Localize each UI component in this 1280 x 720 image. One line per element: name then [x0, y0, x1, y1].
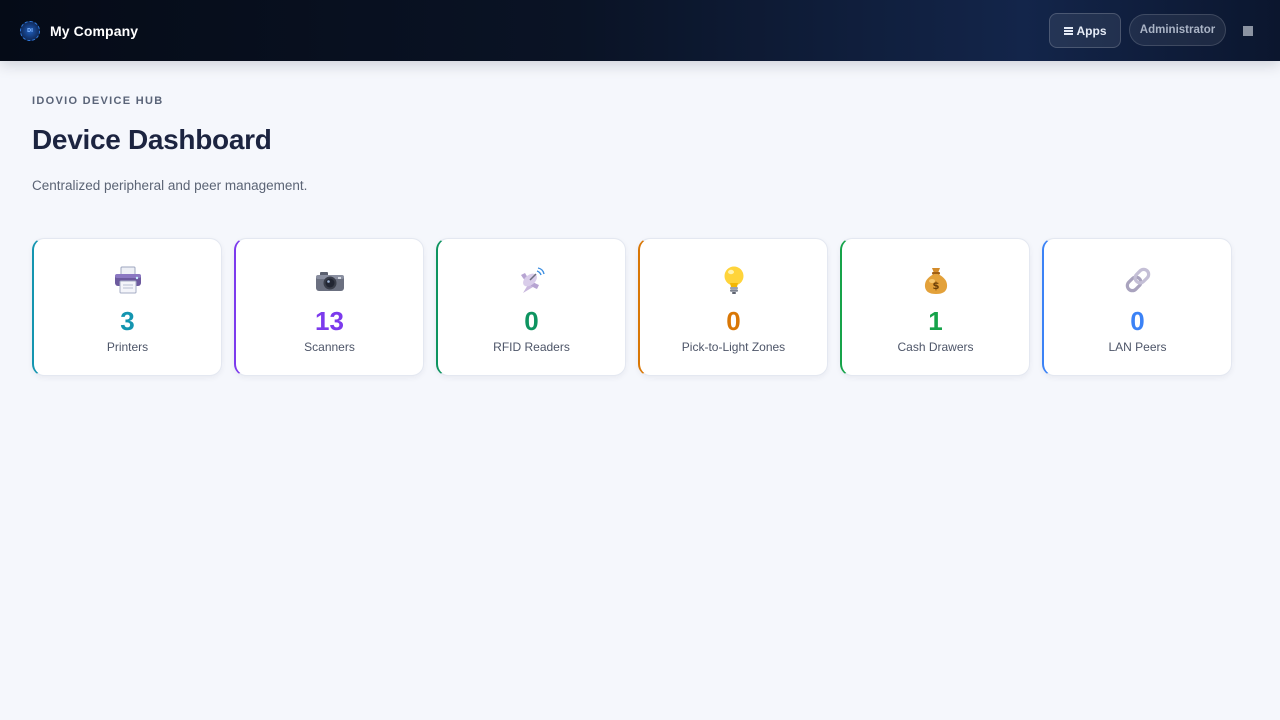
apps-button[interactable]: Apps	[1049, 13, 1121, 48]
lan-peers-label: LAN Peers	[1108, 340, 1167, 354]
printer-icon	[34, 264, 221, 296]
menu-icon	[1063, 26, 1073, 35]
satellite-antenna-icon	[438, 264, 625, 296]
printers-count: 3	[120, 306, 135, 336]
brand[interactable]: DI My Company	[20, 20, 138, 42]
page-subtitle: Centralized peripheral and peer manageme…	[32, 178, 308, 193]
rfid-readers-label: RFID Readers	[493, 340, 570, 354]
card-lan-peers[interactable]: 0 LAN Peers	[1042, 238, 1232, 376]
user-menu-button[interactable]: Administrator	[1129, 14, 1226, 46]
pick-to-light-zones-label: Pick-to-Light Zones	[681, 340, 786, 354]
scanners-count: 13	[315, 306, 344, 336]
lan-peers-count: 0	[1130, 306, 1145, 336]
light-bulb-icon	[640, 264, 827, 296]
section-eyebrow: IDOVIO DEVICE HUB	[32, 95, 164, 107]
svg-text:$: $	[932, 281, 939, 292]
link-icon	[1044, 264, 1231, 296]
company-name: My Company	[50, 23, 139, 39]
card-cash-drawers[interactable]: $ 1 Cash Drawers	[840, 238, 1030, 376]
rfid-readers-count: 0	[524, 306, 539, 336]
logo-text: DI	[26, 28, 33, 34]
device-summary-cards: 3 Printers 13 Scanners 0 RFID Readers 0 …	[32, 238, 1232, 376]
money-bag-icon: $	[842, 264, 1029, 296]
card-printers[interactable]: 3 Printers	[32, 238, 222, 376]
company-logo-icon: DI	[20, 21, 40, 41]
cash-drawers-count: 1	[928, 306, 943, 336]
top-navbar: DI My Company Apps Administrator	[0, 0, 1280, 61]
square-icon[interactable]	[1243, 26, 1253, 36]
cash-drawers-label: Cash Drawers	[897, 340, 974, 354]
card-pick-to-light-zones[interactable]: 0 Pick-to-Light Zones	[638, 238, 828, 376]
card-scanners[interactable]: 13 Scanners	[234, 238, 424, 376]
card-rfid-readers[interactable]: 0 RFID Readers	[436, 238, 626, 376]
scanners-label: Scanners	[304, 340, 355, 354]
user-name: Administrator	[1139, 24, 1216, 36]
apps-label: Apps	[1076, 23, 1107, 38]
page-title: Device Dashboard	[32, 124, 272, 155]
pick-to-light-zones-count: 0	[726, 306, 741, 336]
printers-label: Printers	[106, 340, 149, 354]
camera-icon	[236, 264, 423, 296]
